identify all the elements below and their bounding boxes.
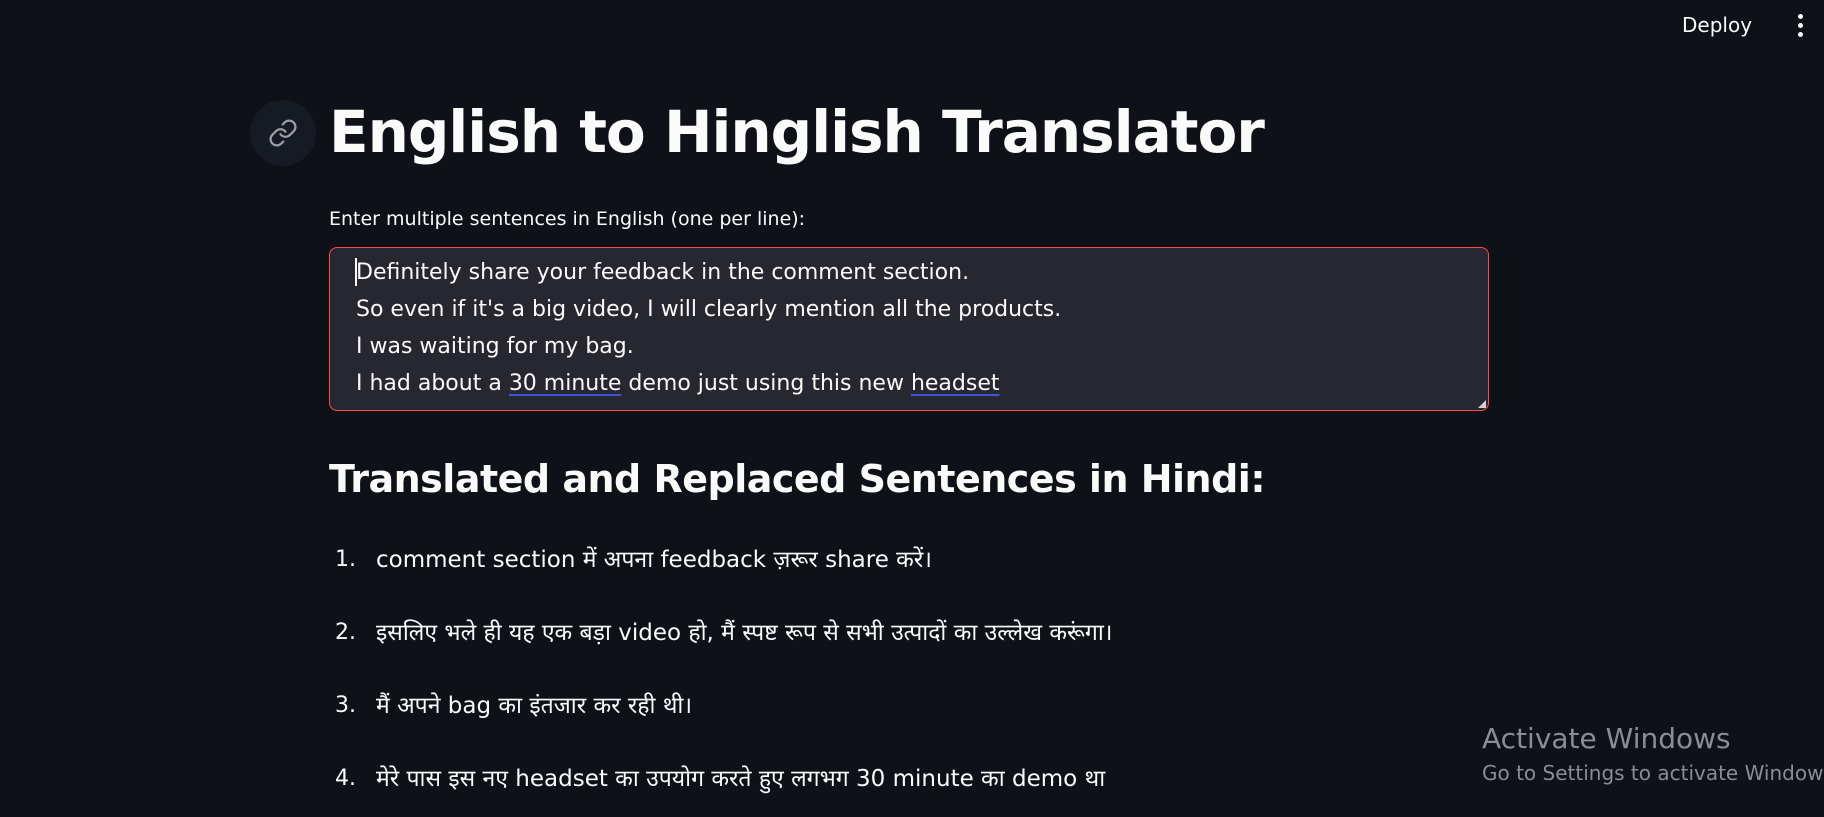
sentences-textarea[interactable]: Definitely share your feedback in the co… — [329, 247, 1489, 411]
list-number: 4. — [335, 766, 356, 791]
link-icon[interactable] — [250, 100, 316, 166]
deploy-button[interactable]: Deploy — [1674, 8, 1760, 42]
list-number: 2. — [335, 620, 356, 645]
textarea-line-text: demo just using this new — [621, 371, 911, 396]
translated-sentence: मैं अपने bag का इंतजार कर रही थी। — [376, 693, 693, 719]
resize-handle[interactable] — [1478, 400, 1486, 408]
spellcheck-word[interactable]: 30 minute — [509, 371, 622, 396]
translated-sentence: मेरे पास इस नए headset का उपयोग करते हुए… — [376, 766, 1106, 792]
list-number: 3. — [335, 693, 356, 718]
page-title: English to Hinglish Translator — [329, 98, 1265, 166]
textarea-line: Definitely share your feedback in the co… — [356, 260, 970, 285]
translated-sentence: comment section में अपना feedback ज़रूर … — [376, 547, 932, 573]
textarea-line: So even if it's a big video, I will clea… — [356, 297, 1062, 322]
list-number: 1. — [335, 547, 356, 572]
spellcheck-word[interactable]: headset — [911, 371, 1000, 396]
watermark-title: Activate Windows — [1482, 722, 1731, 755]
translated-sentence: इसलिए भले ही यह एक बड़ा video हो, मैं स्… — [376, 620, 1113, 646]
streamlit-app: Deploy English to Hinglish Translator En… — [0, 0, 1824, 817]
textarea-line-text: I had about a — [356, 371, 509, 396]
textarea-line: I was waiting for my bag. — [356, 334, 634, 359]
textarea-line: I had about a 30 minute demo just using … — [356, 365, 1061, 402]
textarea-label: Enter multiple sentences in English (one… — [329, 208, 806, 230]
windows-activation-watermark: Activate Windows Go to Settings to activ… — [1482, 720, 1824, 788]
vertical-ellipsis-icon[interactable] — [1788, 10, 1812, 40]
watermark-subtitle: Go to Settings to activate Windows. — [1482, 761, 1824, 785]
results-heading: Translated and Replaced Sentences in Hin… — [329, 457, 1266, 501]
textarea-content[interactable]: Definitely share your feedback in the co… — [356, 254, 1061, 402]
